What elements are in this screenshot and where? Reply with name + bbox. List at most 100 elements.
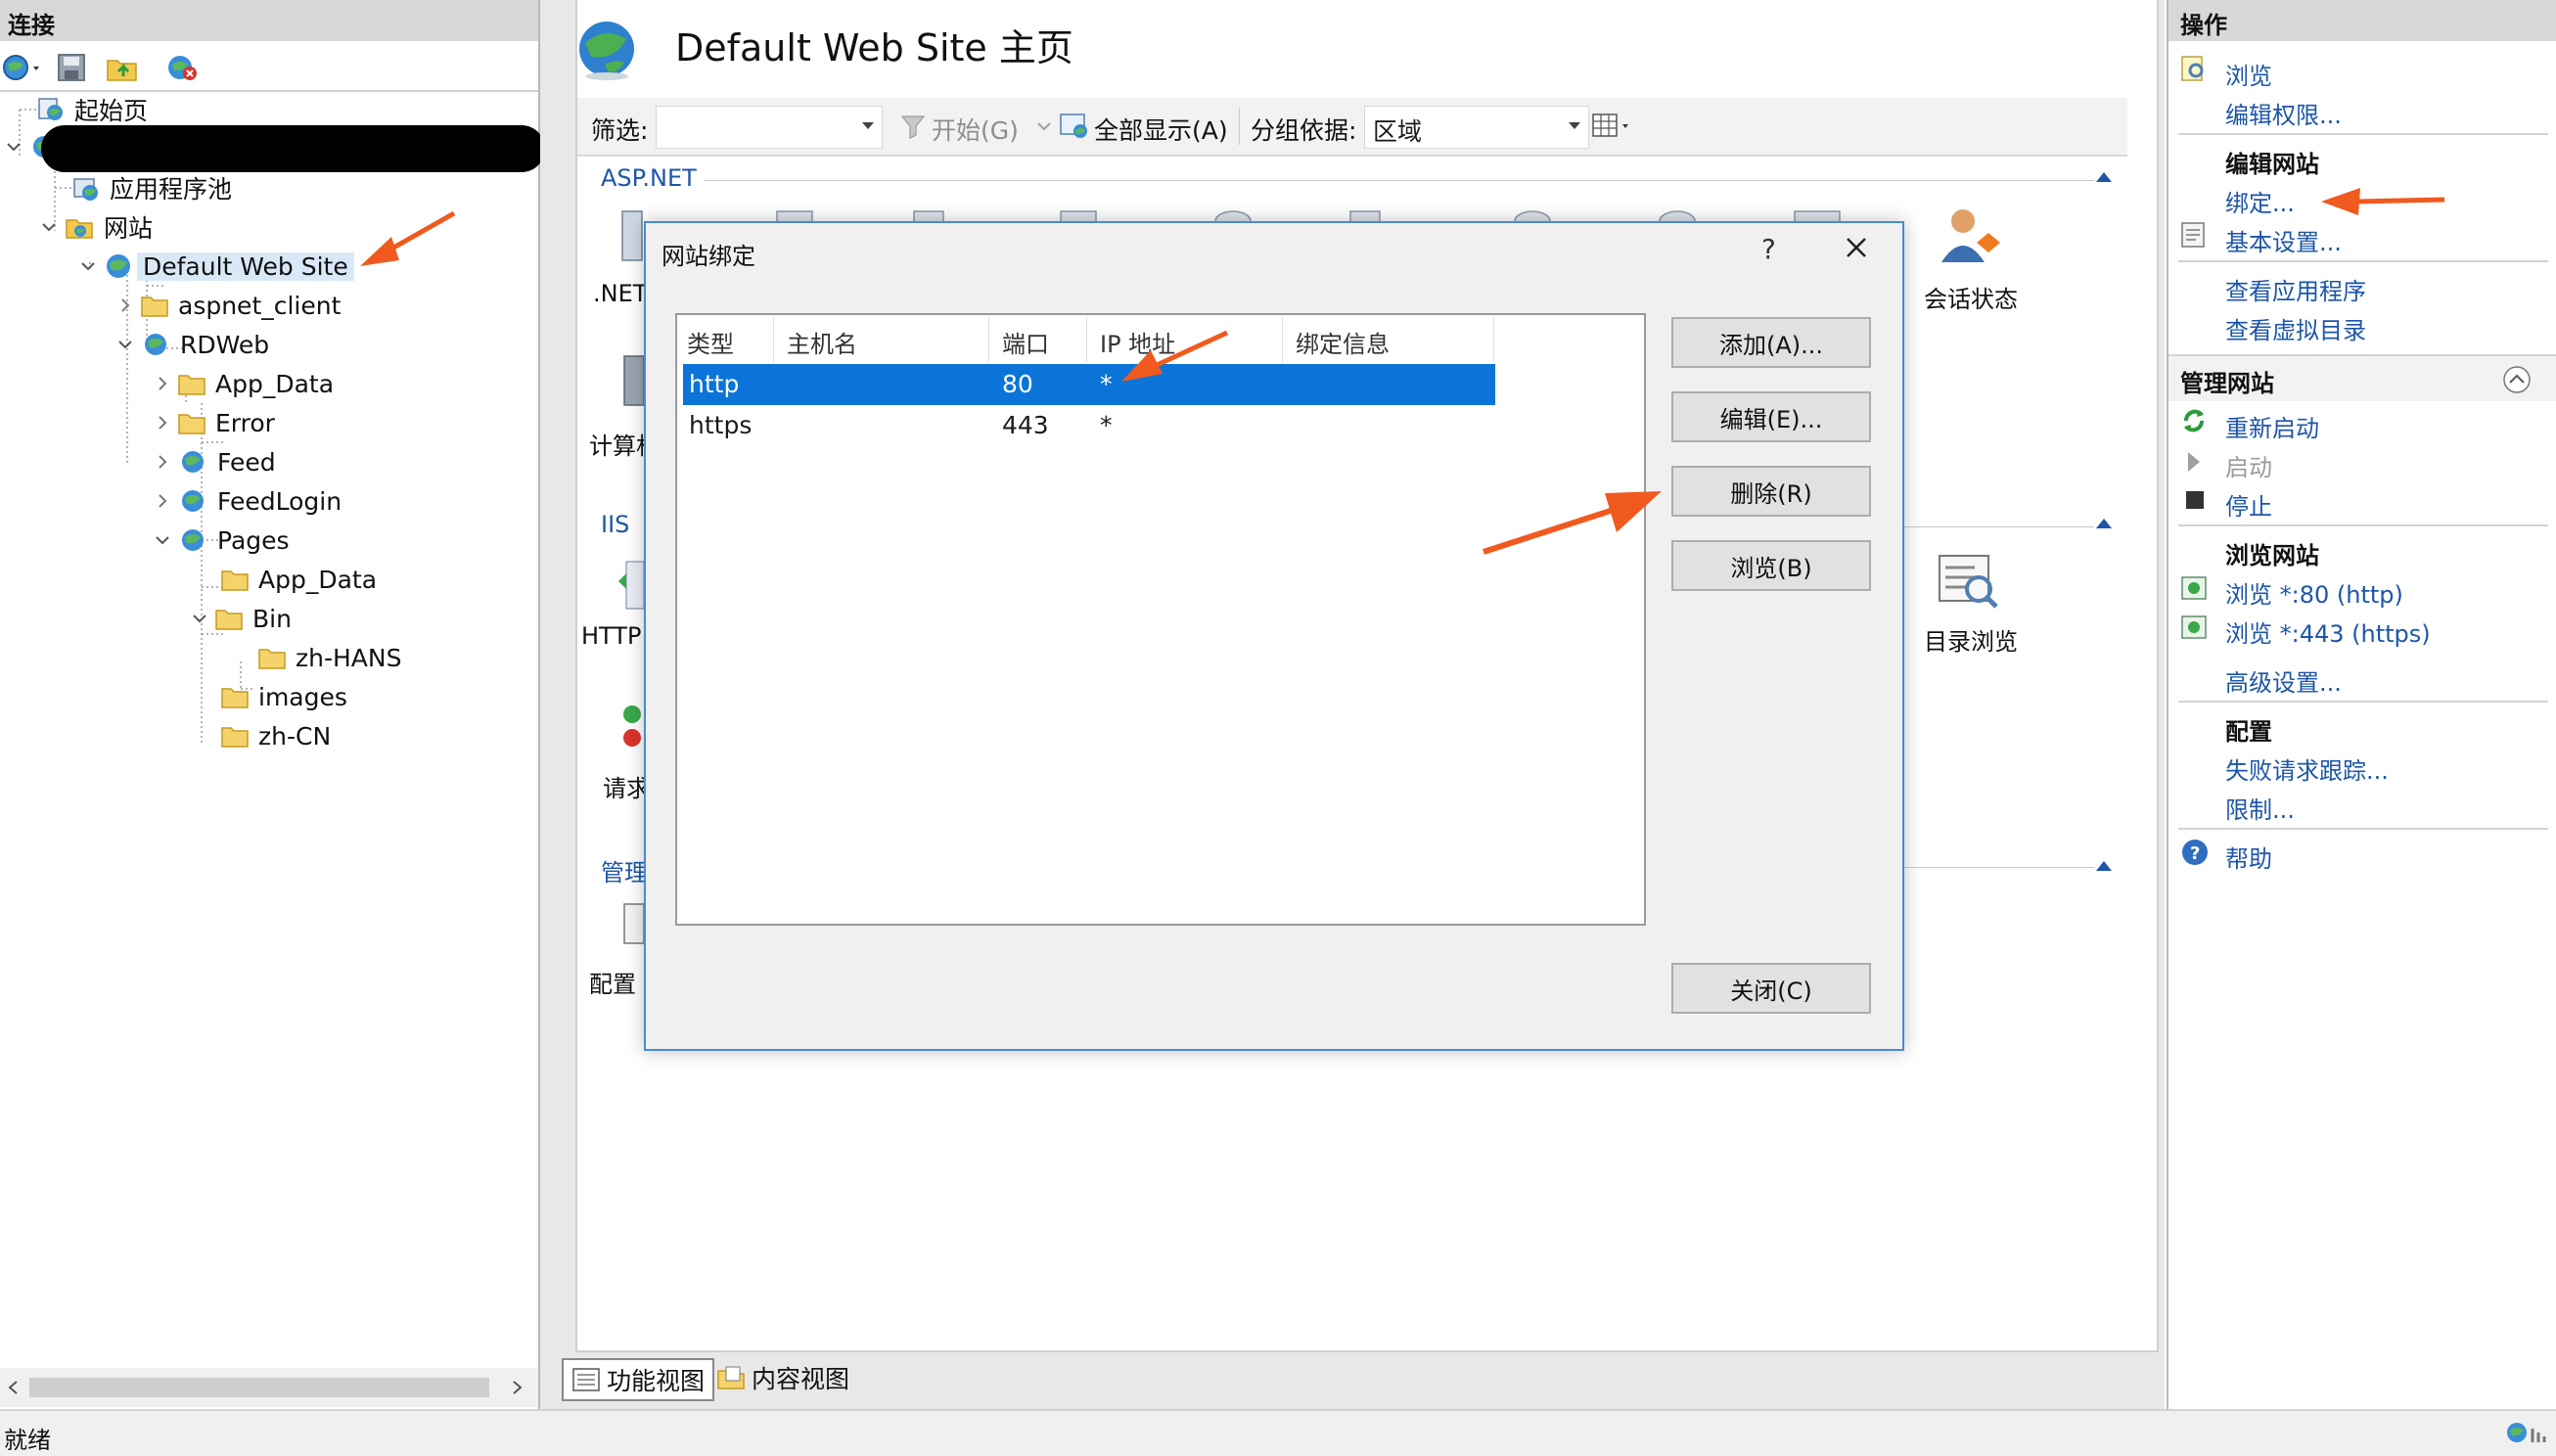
tree-item-pages-app-data[interactable]: App_Data [221,560,383,599]
chevron-right-icon[interactable] [153,452,172,472]
chevron-right-icon[interactable] [153,491,172,511]
chevron-down-icon[interactable] [39,217,59,237]
request-feature-icon[interactable] [620,705,646,753]
action-restart[interactable]: 重新启动 [2225,409,2319,443]
action-browse-443[interactable]: 浏览 *:443 (https) [2225,614,2431,649]
http-feature-icon[interactable] [616,558,646,613]
feature-http-label[interactable]: HTTP [581,622,641,650]
column-info[interactable]: 绑定信息 [1296,325,1390,359]
edit-binding-button[interactable]: 编辑(E)... [1671,391,1871,442]
config-feature-icon[interactable] [622,900,646,949]
action-view-virtual-directories[interactable]: 查看虚拟目录 [2225,311,2366,345]
column-host[interactable]: 主机名 [787,325,857,359]
show-all-button[interactable]: 全部显示(A) [1094,112,1228,147]
chevron-right-icon[interactable] [153,374,172,393]
session-state-label[interactable]: 会话状态 [1924,280,2018,314]
annotation-arrow-icon [1483,491,1662,555]
action-stop[interactable]: 停止 [2225,487,2272,522]
column-port[interactable]: 端口 [1002,325,1049,359]
action-help[interactable]: 帮助 [2225,840,2272,874]
save-icon[interactable] [57,53,86,82]
action-start[interactable]: 启动 [2225,448,2272,482]
table-row-selected[interactable] [683,364,1495,405]
chevron-down-icon[interactable] [1037,121,1051,131]
disconnect-icon[interactable] [166,53,200,82]
tree-item-aspnet-client[interactable]: aspnet_client [115,286,346,325]
add-binding-button[interactable]: 添加(A)... [1671,317,1871,368]
chevron-down-icon[interactable] [78,256,98,276]
tree-item-zh-cn[interactable]: zh-CN [221,716,337,755]
tree-item-images[interactable]: images [221,677,353,716]
action-edit-permissions[interactable]: 编辑权限... [2225,96,2342,130]
collapse-aspnet-icon[interactable] [2096,172,2112,182]
scrollbar-thumb[interactable] [29,1378,489,1397]
action-failed-request-tracing[interactable]: 失败请求跟踪... [2225,751,2389,786]
tree-item-zh-hans[interactable]: zh-HANS [258,638,407,677]
tree-item-feedlogin[interactable]: FeedLogin [153,481,347,521]
collapse-management-icon[interactable] [2096,861,2112,871]
tab-content-view[interactable]: 内容视图 [708,1358,857,1397]
computer-feature-icon[interactable] [622,352,646,411]
app-globe-icon [182,490,204,512]
chevron-down-icon[interactable] [4,137,23,157]
tree-item-default-web-site[interactable]: Default Web Site [78,247,354,286]
connect-globe-icon[interactable] [2,53,45,82]
tree-item-error[interactable]: Error [153,403,281,442]
close-icon[interactable] [1840,231,1873,264]
chevron-down-icon[interactable] [190,609,209,628]
column-type[interactable]: 类型 [687,325,734,359]
chevron-right-icon[interactable] [115,296,135,315]
up-folder-icon[interactable] [106,53,139,82]
close-dialog-button[interactable]: 关闭(C) [1671,963,1871,1014]
browse-binding-button[interactable]: 浏览(B) [1671,540,1871,591]
start-filter-button[interactable]: 开始(G) [932,112,1019,147]
group-by-select[interactable]: 区域 [1364,106,1589,149]
filter-input[interactable] [656,106,883,149]
action-bindings[interactable]: 绑定... [2225,184,2295,218]
chevron-down-icon[interactable] [153,530,172,550]
directory-browsing-label[interactable]: 目录浏览 [1924,622,2018,657]
chevron-down-icon[interactable] [115,335,135,354]
action-browse[interactable]: 浏览 [2225,57,2272,91]
tree-item-sites[interactable]: 网站 [39,207,159,247]
feature-net-label[interactable]: .NET [593,280,647,307]
action-browse-80[interactable]: 浏览 *:80 (http) [2225,575,2403,610]
tree-item-start-page[interactable]: 起始页 [35,90,154,129]
column-separator[interactable] [773,317,774,362]
view-mode-icon[interactable] [1591,112,1638,141]
action-basic-settings[interactable]: 基本设置... [2225,223,2342,257]
tree-item-rdweb[interactable]: RDWeb [115,325,275,364]
column-separator[interactable] [1086,317,1087,362]
tab-feature-view[interactable]: 功能视图 [562,1358,715,1401]
tree-item-pages[interactable]: Pages [153,521,296,560]
tree-label: zh-CN [258,721,332,751]
collapse-iis-icon[interactable] [2096,519,2112,528]
action-advanced-settings[interactable]: 高级设置... [2225,663,2342,698]
remove-binding-button[interactable]: 删除(R) [1671,466,1871,517]
svg-text:?: ? [2190,843,2200,864]
net-feature-icon[interactable] [616,207,646,266]
scroll-right-icon[interactable] [511,1380,525,1395]
action-limits[interactable]: 限制... [2225,791,2295,825]
column-separator[interactable] [1493,317,1494,362]
feature-request-label[interactable]: 请求 [603,769,650,803]
column-separator[interactable] [988,317,989,362]
tree-item-app-pools[interactable]: 应用程序池 [70,168,238,207]
horizontal-scrollbar[interactable] [0,1368,538,1407]
scroll-left-icon[interactable] [6,1380,20,1395]
chevron-right-icon[interactable] [153,413,172,432]
dialog-help-button[interactable]: ? [1761,233,1776,265]
cell-type: https [689,411,753,439]
tree-item-feed[interactable]: Feed [153,442,282,481]
start-icon [2188,452,2200,472]
action-view-applications[interactable]: 查看应用程序 [2225,272,2366,306]
tree-item-bin[interactable]: Bin [190,599,297,638]
collapse-up-icon[interactable] [2501,364,2533,395]
table-row[interactable] [683,405,1495,446]
column-separator[interactable] [1282,317,1283,362]
session-state-icon[interactable] [1934,204,2002,272]
annotation-arrow-icon [2321,188,2445,215]
directory-browsing-icon[interactable] [1936,550,2000,614]
tree-item-app-data[interactable]: App_Data [153,364,340,403]
feature-config-label[interactable]: 配置 [589,965,636,999]
